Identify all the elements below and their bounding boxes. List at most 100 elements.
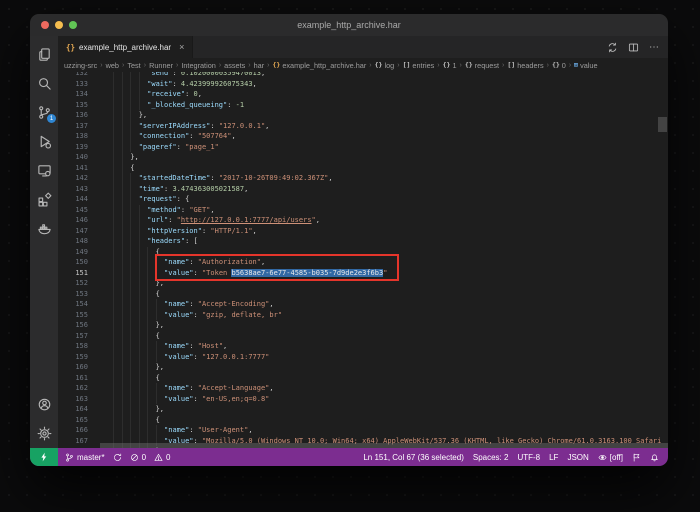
code-line[interactable]: 138 "connection": "507764", [58, 131, 668, 142]
breadcrumb-item-0[interactable]: {}0 [552, 61, 566, 70]
status-warnings[interactable]: 0 [154, 453, 170, 462]
line-number[interactable]: 155 [58, 310, 88, 321]
line-number[interactable]: 162 [58, 383, 88, 394]
breadcrumb-item-request[interactable]: {}request [465, 61, 499, 70]
line-number[interactable]: 156 [58, 320, 88, 331]
breadcrumb-item-headers[interactable]: []headers [507, 61, 543, 70]
status-notifications[interactable] [650, 453, 659, 462]
line-number[interactable]: 138 [58, 131, 88, 142]
line-number[interactable]: 154 [58, 299, 88, 310]
status-screencast-mode[interactable]: [off] [598, 453, 623, 462]
line-number[interactable]: 160 [58, 362, 88, 373]
line-number[interactable]: 157 [58, 331, 88, 342]
breadcrumb-item-value[interactable]: ⊞value [574, 61, 597, 70]
code-line[interactable]: 136 }, [58, 110, 668, 121]
code-line[interactable]: 149 { [58, 247, 668, 258]
code-line[interactable]: 150 "name": "Authorization", [58, 257, 668, 268]
line-number[interactable]: 134 [58, 89, 88, 100]
breadcrumb-item-uzzing-src[interactable]: uzzing-src [64, 61, 97, 70]
code-line[interactable]: 152 }, [58, 278, 668, 289]
code-line[interactable]: 158 "name": "Host", [58, 341, 668, 352]
activity-item-settings[interactable] [30, 419, 58, 448]
code-line[interactable]: 144 "request": { [58, 194, 668, 205]
line-number[interactable]: 142 [58, 173, 88, 184]
code-line[interactable]: 142 "startedDateTime": "2017-10-26T09:49… [58, 173, 668, 184]
line-number[interactable]: 151 [58, 268, 88, 279]
breadcrumb-item-integration[interactable]: Integration [181, 61, 215, 70]
line-number[interactable]: 152 [58, 278, 88, 289]
activity-item-run-debug[interactable] [30, 127, 58, 156]
code-line[interactable]: 134 "receive": 0, [58, 89, 668, 100]
minimize-window-button[interactable] [55, 21, 63, 29]
close-tab-icon[interactable]: × [179, 42, 184, 52]
line-number[interactable]: 147 [58, 226, 88, 237]
line-number[interactable]: 163 [58, 394, 88, 405]
code-line[interactable]: 139 "pageref": "page_1" [58, 142, 668, 153]
code-line[interactable]: 161 { [58, 373, 668, 384]
activity-item-accounts[interactable] [30, 390, 58, 419]
line-number[interactable]: 144 [58, 194, 88, 205]
line-number[interactable]: 167 [58, 436, 88, 447]
code-line[interactable]: 155 "value": "gzip, deflate, br" [58, 310, 668, 321]
breadcrumb-item-web[interactable]: web [106, 61, 119, 70]
code-line[interactable]: 160 }, [58, 362, 668, 373]
code-line[interactable]: 166 "name": "User-Agent", [58, 425, 668, 436]
status-sync[interactable] [113, 453, 122, 462]
line-number[interactable]: 135 [58, 100, 88, 111]
activity-item-remote-explorer[interactable] [30, 156, 58, 185]
horizontal-scrollbar[interactable] [100, 443, 668, 448]
code-line[interactable]: 162 "name": "Accept-Language", [58, 383, 668, 394]
line-number[interactable]: 136 [58, 110, 88, 121]
line-number[interactable]: 165 [58, 415, 88, 426]
breadcrumb-item-assets[interactable]: assets [224, 61, 245, 70]
code-line[interactable]: 148 "headers": [ [58, 236, 668, 247]
code-line[interactable]: 133 "wait": 4.423999926075343, [58, 79, 668, 90]
code-line[interactable]: 164 }, [58, 404, 668, 415]
line-number[interactable]: 158 [58, 341, 88, 352]
line-number[interactable]: 139 [58, 142, 88, 153]
breadcrumb-item-entries[interactable]: []entries [403, 61, 435, 70]
line-number[interactable]: 140 [58, 152, 88, 163]
close-window-button[interactable] [41, 21, 49, 29]
code-line[interactable]: 156 }, [58, 320, 668, 331]
status-cursor-position[interactable]: Ln 151, Col 67 (36 selected) [363, 453, 464, 462]
split-editor-icon[interactable] [628, 42, 639, 53]
line-number[interactable]: 150 [58, 257, 88, 268]
code-line[interactable]: 140 }, [58, 152, 668, 163]
vertical-scrollbar[interactable] [658, 117, 667, 132]
breadcrumb-item-runner[interactable]: Runner [149, 61, 173, 70]
code-line[interactable]: 165 { [58, 415, 668, 426]
code-line[interactable]: 141 { [58, 163, 668, 174]
code-line[interactable]: 143 "time": 3.474363005021587, [58, 184, 668, 195]
activity-item-search[interactable] [30, 69, 58, 98]
code-line[interactable]: 146 "url": "http://127.0.0.1:7777/api/us… [58, 215, 668, 226]
code-editor[interactable]: 132 "send": 0.10200000359470013,133 "wai… [58, 72, 668, 448]
line-number[interactable]: 143 [58, 184, 88, 195]
activity-item-explorer[interactable] [30, 40, 58, 69]
line-number[interactable]: 164 [58, 404, 88, 415]
line-number[interactable]: 133 [58, 79, 88, 90]
status-indentation[interactable]: Spaces: 2 [473, 453, 509, 462]
code-line[interactable]: 157 { [58, 331, 668, 342]
breadcrumb-item-1[interactable]: {}1 [443, 61, 457, 70]
line-number[interactable]: 168 [58, 446, 88, 448]
activity-item-source-control[interactable]: 1 [30, 98, 58, 127]
status-encoding[interactable]: UTF-8 [517, 453, 540, 462]
line-number[interactable]: 146 [58, 215, 88, 226]
line-number[interactable]: 149 [58, 247, 88, 258]
status-eol[interactable]: LF [549, 453, 558, 462]
line-number[interactable]: 145 [58, 205, 88, 216]
code-line[interactable]: 163 "value": "en-US,en;q=0.8" [58, 394, 668, 405]
code-line[interactable]: 154 "name": "Accept-Encoding", [58, 299, 668, 310]
code-line[interactable]: 145 "method": "GET", [58, 205, 668, 216]
tab-example-http-archive[interactable]: {} example_http_archive.har × [58, 36, 193, 58]
code-line[interactable]: 137 "serverIPAddress": "127.0.0.1", [58, 121, 668, 132]
status-language-mode[interactable]: JSON [567, 453, 588, 462]
code-line[interactable]: 153 { [58, 289, 668, 300]
breadcrumb-item-example-http-archive-har[interactable]: {}example_http_archive.har [273, 61, 367, 70]
breadcrumb-item-har[interactable]: har [254, 61, 265, 70]
line-number[interactable]: 137 [58, 121, 88, 132]
line-number[interactable]: 141 [58, 163, 88, 174]
remote-indicator[interactable] [30, 448, 58, 466]
activity-item-docker[interactable] [30, 214, 58, 243]
